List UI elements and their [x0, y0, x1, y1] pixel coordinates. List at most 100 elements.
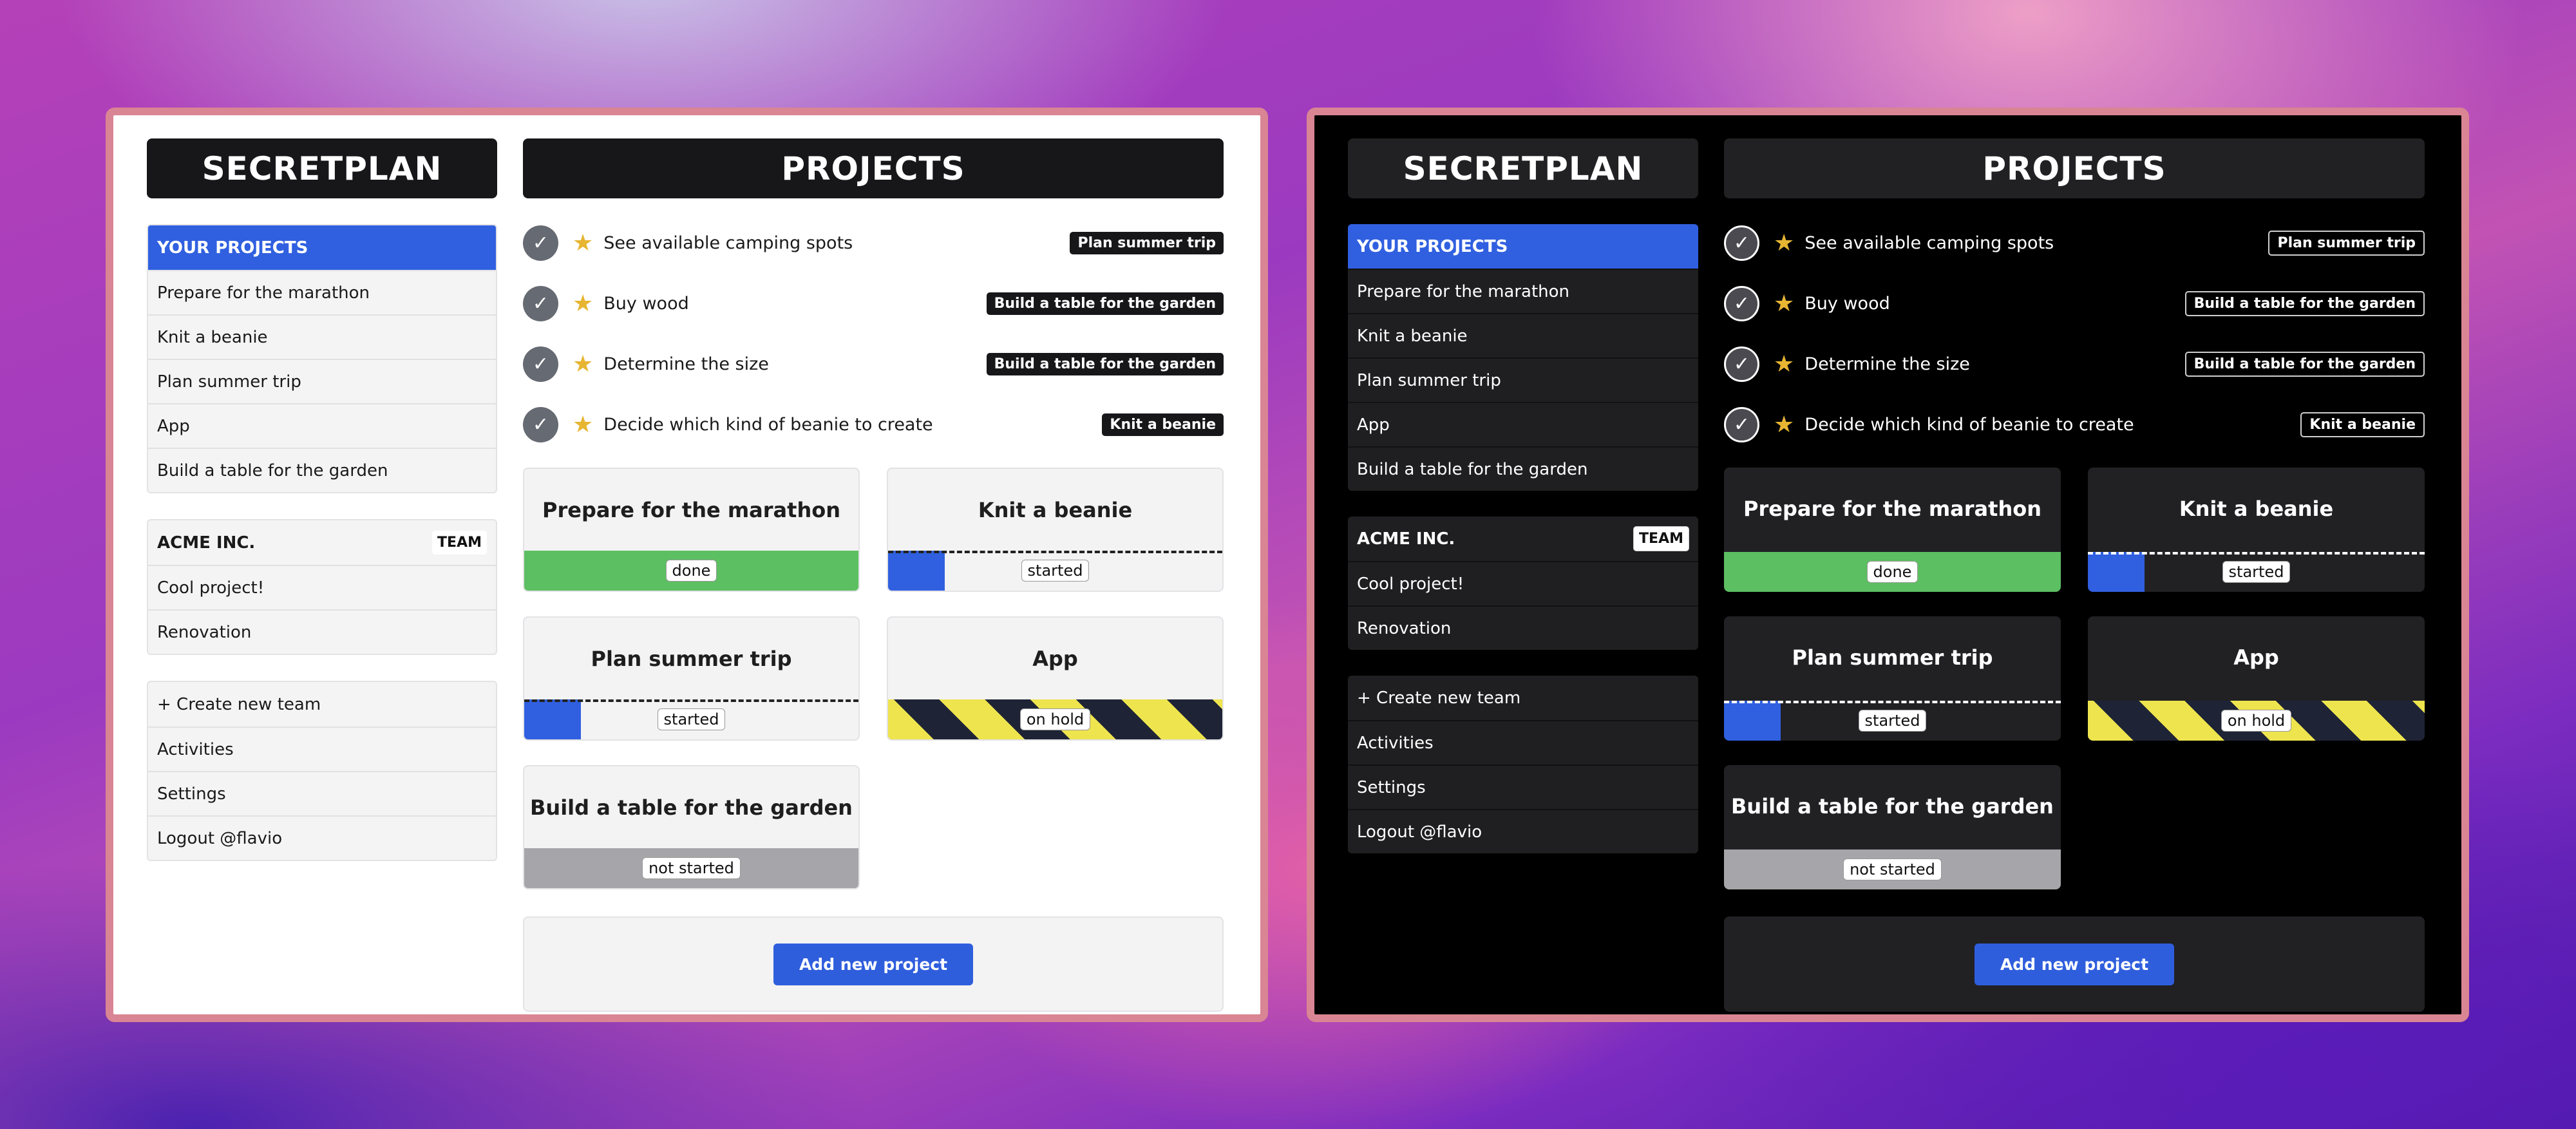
project-card-title: Prepare for the marathon — [1743, 496, 2041, 521]
checkmark-icon[interactable]: ✓ — [523, 406, 558, 442]
checkmark-icon[interactable]: ✓ — [1724, 406, 1759, 442]
star-icon[interactable]: ★ — [1774, 412, 1794, 438]
task-label: See available camping spots — [1804, 232, 2054, 253]
sidebar-item-prepare-marathon[interactable]: Prepare for the marathon — [148, 270, 496, 314]
checkmark-icon[interactable]: ✓ — [523, 285, 558, 321]
team-name: ACME INC. — [157, 533, 256, 553]
checkmark-icon[interactable]: ✓ — [1724, 285, 1759, 321]
app-window-light: SECRETPLAN YOUR PROJECTS Prepare for the… — [106, 108, 1268, 1022]
task-list: ✓ ★ See available camping spots Plan sum… — [1724, 213, 2425, 455]
sidebar-item-app[interactable]: App — [1348, 402, 1698, 446]
sidebar-item-plan-summer-trip[interactable]: Plan summer trip — [148, 359, 496, 403]
activities-link[interactable]: Activities — [1348, 720, 1698, 764]
project-card[interactable]: Prepare for the marathon done — [523, 468, 860, 592]
status-badge: started — [1021, 560, 1090, 582]
project-tag[interactable]: Build a table for the garden — [986, 292, 1224, 315]
task-row: ✓ ★ Determine the size Build a table for… — [523, 334, 1224, 394]
add-project-button[interactable]: Add new project — [773, 943, 974, 985]
status-badge: not started — [642, 857, 741, 879]
sidebar: SECRETPLAN YOUR PROJECTS Prepare for the… — [147, 138, 497, 861]
logout-link[interactable]: Logout @flavio — [148, 815, 496, 860]
sidebar-item-cool-project[interactable]: Cool project! — [1348, 561, 1698, 605]
project-card[interactable]: Plan summer trip started — [1724, 616, 2061, 741]
project-tag[interactable]: Build a table for the garden — [2184, 290, 2425, 316]
star-icon[interactable]: ★ — [1774, 351, 1794, 377]
add-project-button[interactable]: Add new project — [1974, 943, 2175, 985]
project-card-title: Plan summer trip — [1792, 645, 1993, 670]
project-card[interactable]: Plan summer trip started — [523, 616, 860, 741]
project-card-title: Prepare for the marathon — [542, 497, 840, 522]
star-icon[interactable]: ★ — [573, 290, 593, 317]
checkmark-icon[interactable]: ✓ — [523, 225, 558, 261]
task-row: ✓ ★ Decide which kind of beanie to creat… — [523, 394, 1224, 455]
status-bar: done — [524, 551, 858, 591]
task-row: ✓ ★ See available camping spots Plan sum… — [523, 213, 1224, 273]
star-icon[interactable]: ★ — [573, 412, 593, 438]
settings-link[interactable]: Settings — [148, 771, 496, 815]
sidebar-item-knit-beanie[interactable]: Knit a beanie — [148, 314, 496, 359]
project-tag[interactable]: Build a table for the garden — [986, 352, 1224, 375]
star-icon[interactable]: ★ — [1774, 290, 1794, 317]
logout-link[interactable]: Logout @flavio — [1348, 809, 1698, 853]
project-tag[interactable]: Build a table for the garden — [2184, 351, 2425, 377]
progress-track — [524, 699, 858, 702]
page-title: PROJECTS — [1724, 138, 2425, 198]
star-icon[interactable]: ★ — [1774, 230, 1794, 256]
status-badge: done — [1866, 561, 1918, 583]
status-bar: started — [2088, 552, 2425, 592]
sidebar-item-cool-project[interactable]: Cool project! — [148, 565, 496, 609]
project-tag[interactable]: Plan summer trip — [1070, 231, 1224, 254]
your-projects-header[interactable]: YOUR PROJECTS — [1348, 224, 1698, 269]
team-header[interactable]: ACME INC. TEAM — [148, 520, 496, 565]
project-card-title: Plan summer trip — [591, 646, 792, 671]
sidebar-item-build-table[interactable]: Build a table for the garden — [1348, 446, 1698, 491]
star-icon[interactable]: ★ — [573, 351, 593, 377]
project-tag[interactable]: Knit a beanie — [2300, 412, 2425, 437]
checkmark-icon[interactable]: ✓ — [1724, 346, 1759, 382]
progress-fill — [1724, 701, 1781, 741]
status-badge: started — [1858, 710, 1927, 732]
project-card-title: Knit a beanie — [978, 497, 1133, 522]
app-window-dark: SECRETPLAN YOUR PROJECTS Prepare for the… — [1307, 108, 2469, 1022]
sidebar-item-renovation[interactable]: Renovation — [148, 609, 496, 654]
sidebar-item-prepare-marathon[interactable]: Prepare for the marathon — [1348, 269, 1698, 313]
task-label: Decide which kind of beanie to create — [1804, 414, 2134, 435]
activities-link[interactable]: Activities — [148, 726, 496, 771]
create-team-link[interactable]: + Create new team — [148, 682, 496, 726]
project-tag[interactable]: Knit a beanie — [1102, 413, 1224, 436]
project-card[interactable]: Build a table for the garden not started — [1724, 765, 2061, 889]
status-bar: on hold — [888, 699, 1222, 739]
checkmark-icon[interactable]: ✓ — [1724, 225, 1759, 261]
project-card[interactable]: Knit a beanie started — [2088, 468, 2425, 592]
project-card[interactable]: Build a table for the garden not started — [523, 765, 860, 889]
project-card[interactable]: Knit a beanie started — [887, 468, 1224, 592]
status-badge: started — [657, 708, 726, 730]
your-projects-header[interactable]: YOUR PROJECTS — [148, 225, 496, 270]
sidebar-item-app[interactable]: App — [148, 403, 496, 448]
status-badge: started — [2222, 561, 2291, 583]
add-project-panel: Add new project — [1724, 916, 2425, 1012]
star-icon[interactable]: ★ — [573, 230, 593, 256]
sidebar-item-knit-beanie[interactable]: Knit a beanie — [1348, 313, 1698, 357]
project-card[interactable]: Prepare for the marathon done — [1724, 468, 2061, 592]
project-card[interactable]: App on hold — [2088, 616, 2425, 741]
sidebar-item-renovation[interactable]: Renovation — [1348, 605, 1698, 650]
progress-track — [1724, 701, 2061, 703]
project-card[interactable]: App on hold — [887, 616, 1224, 741]
app-logo[interactable]: SECRETPLAN — [147, 138, 497, 198]
status-badge: not started — [1843, 859, 1942, 880]
task-row: ✓ ★ Buy wood Build a table for the garde… — [1724, 273, 2425, 334]
status-bar: started — [1724, 701, 2061, 741]
main-content: PROJECTS ✓ ★ See available camping spots… — [1724, 138, 2425, 1012]
create-team-link[interactable]: + Create new team — [1348, 676, 1698, 720]
team-group: ACME INC. TEAM Cool project! Renovation — [1348, 517, 1698, 650]
checkmark-icon[interactable]: ✓ — [523, 346, 558, 382]
settings-link[interactable]: Settings — [1348, 764, 1698, 809]
progress-track — [888, 551, 1222, 553]
sidebar-item-build-table[interactable]: Build a table for the garden — [148, 448, 496, 492]
team-header[interactable]: ACME INC. TEAM — [1348, 517, 1698, 561]
sidebar-item-plan-summer-trip[interactable]: Plan summer trip — [1348, 357, 1698, 402]
project-tag[interactable]: Plan summer trip — [2268, 230, 2425, 256]
task-label: See available camping spots — [603, 232, 853, 253]
app-logo[interactable]: SECRETPLAN — [1348, 138, 1698, 198]
